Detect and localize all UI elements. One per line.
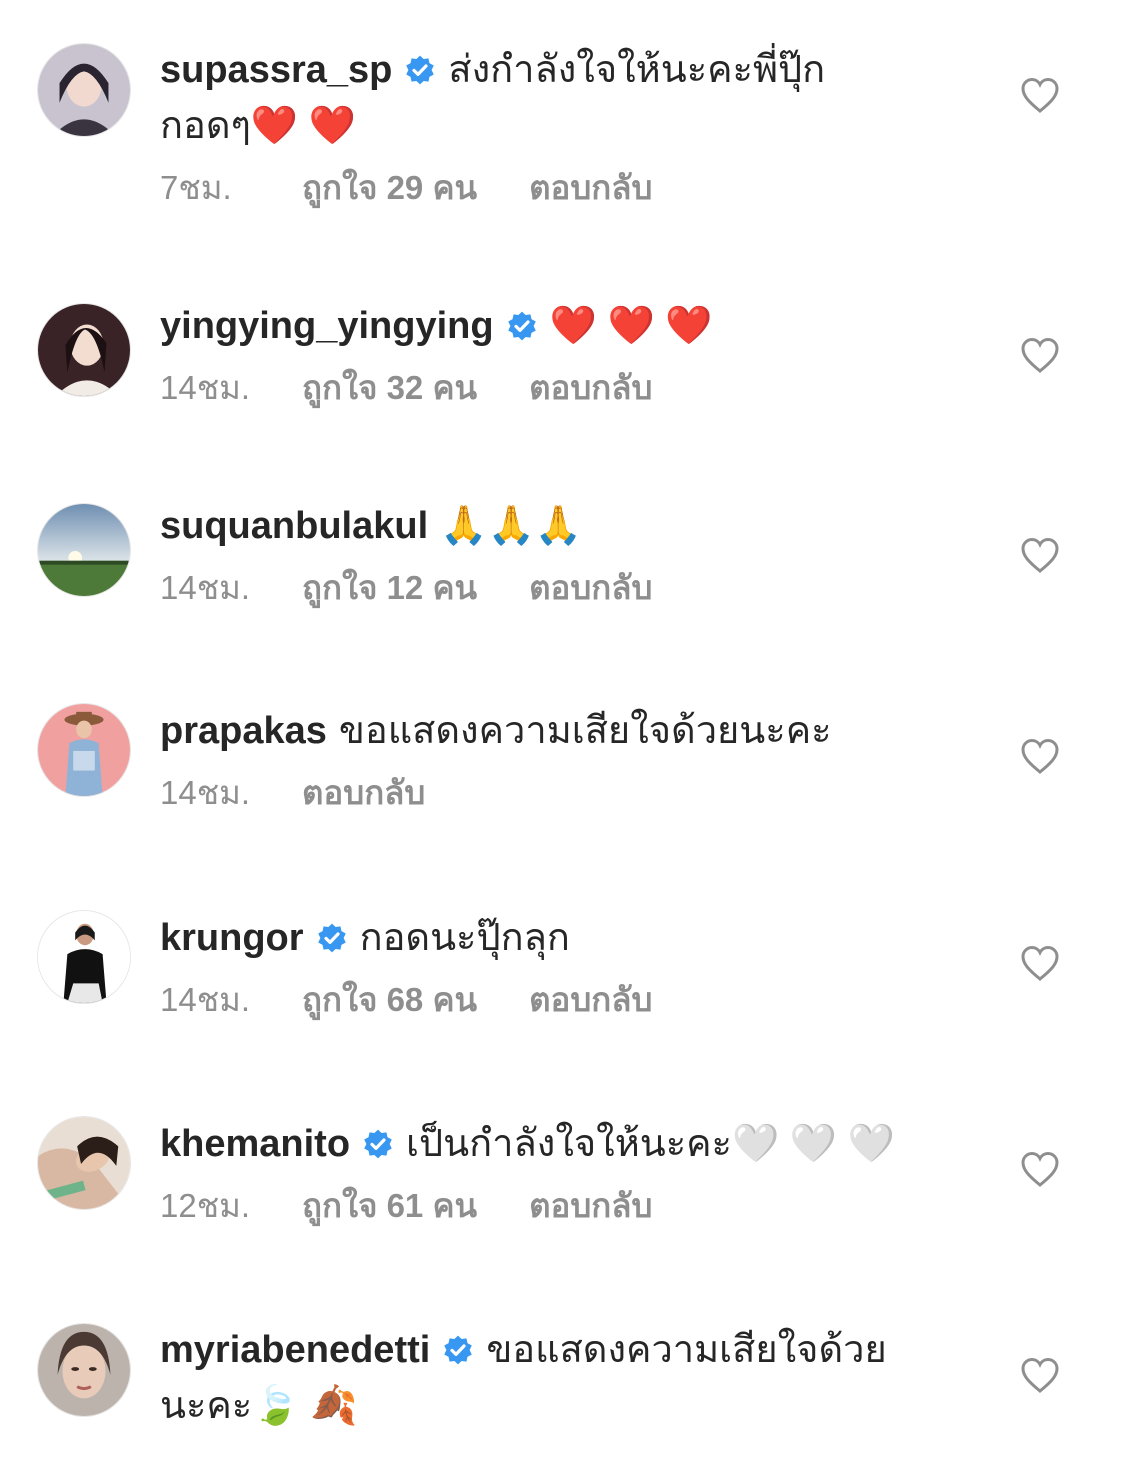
heart-outline-icon[interactable]: [1020, 76, 1060, 116]
heart-outline-icon[interactable]: [1020, 944, 1060, 984]
heart-outline-icon[interactable]: [1020, 1150, 1060, 1190]
comment-likes[interactable]: ถูกใจ 32 คน: [302, 366, 477, 410]
heart-outline-icon[interactable]: [1020, 1356, 1060, 1396]
avatar[interactable]: [37, 910, 131, 1004]
comment-text: 🙏🙏🙏: [440, 505, 583, 547]
verified-badge-icon: [404, 54, 436, 86]
reply-button[interactable]: ตอบกลับ: [529, 1184, 652, 1228]
comment-time: 7ชม.: [160, 169, 232, 206]
reply-button[interactable]: ตอบกลับ: [529, 566, 652, 610]
comment-text: ❤️ ❤️ ❤️: [549, 305, 713, 347]
comment-username[interactable]: supassra_sp: [160, 49, 392, 91]
reply-button[interactable]: ตอบกลับ: [529, 366, 652, 410]
reply-button[interactable]: ตอบกลับ: [529, 978, 652, 1022]
comment-time: 14ชม.: [160, 774, 251, 811]
comment-text: เป็นกำลังใจให้นะคะ🤍 🤍 🤍: [406, 1123, 896, 1165]
comment-username[interactable]: myriabenedetti: [160, 1329, 430, 1371]
heart-outline-icon[interactable]: [1020, 536, 1060, 576]
comment-text-continued: นะคะ🍃 🍂: [160, 1385, 358, 1427]
avatar[interactable]: [37, 1323, 131, 1417]
comment-text: ส่งกำลังใจให้นะคะพี่ปุ๊ก: [448, 49, 826, 91]
comment-username[interactable]: yingying_yingying: [160, 305, 494, 347]
comment-likes[interactable]: ถูกใจ 12 คน: [302, 566, 477, 610]
verified-badge-icon: [506, 310, 538, 342]
avatar[interactable]: [37, 43, 131, 137]
heart-outline-icon[interactable]: [1020, 336, 1060, 376]
comment-text-continued: กอดๆ❤️ ❤️: [160, 105, 357, 147]
comment-likes[interactable]: ถูกใจ 29 คน: [302, 166, 477, 210]
comment-likes[interactable]: ถูกใจ 61 คน: [302, 1184, 477, 1228]
heart-outline-icon[interactable]: [1020, 737, 1060, 777]
comment-username[interactable]: khemanito: [160, 1123, 350, 1165]
comment-time: 12ชม.: [160, 1187, 251, 1224]
comment-text: ขอแสดงความเสียใจด้วยนะคะ: [338, 710, 832, 752]
comment-time: 14ชม.: [160, 569, 251, 606]
comment-text: ขอแสดงความเสียใจด้วย: [486, 1329, 887, 1371]
comment-text: กอดนะปุ๊กลุก: [359, 917, 570, 959]
avatar[interactable]: [37, 303, 131, 397]
avatar[interactable]: [37, 503, 131, 597]
comment-likes[interactable]: ถูกใจ 68 คน: [302, 978, 477, 1022]
comment-time: 14ชม.: [160, 369, 251, 406]
comment-username[interactable]: krungor: [160, 917, 304, 959]
comment-username[interactable]: suquanbulakul: [160, 505, 428, 547]
comment-username[interactable]: prapakas: [160, 710, 327, 752]
reply-button[interactable]: ตอบกลับ: [302, 771, 425, 815]
verified-badge-icon: [442, 1334, 474, 1366]
reply-button[interactable]: ตอบกลับ: [529, 166, 652, 210]
comment-time: 14ชม.: [160, 981, 251, 1018]
verified-badge-icon: [362, 1128, 394, 1160]
verified-badge-icon: [316, 922, 348, 954]
avatar[interactable]: [37, 703, 131, 797]
avatar[interactable]: [37, 1116, 131, 1210]
